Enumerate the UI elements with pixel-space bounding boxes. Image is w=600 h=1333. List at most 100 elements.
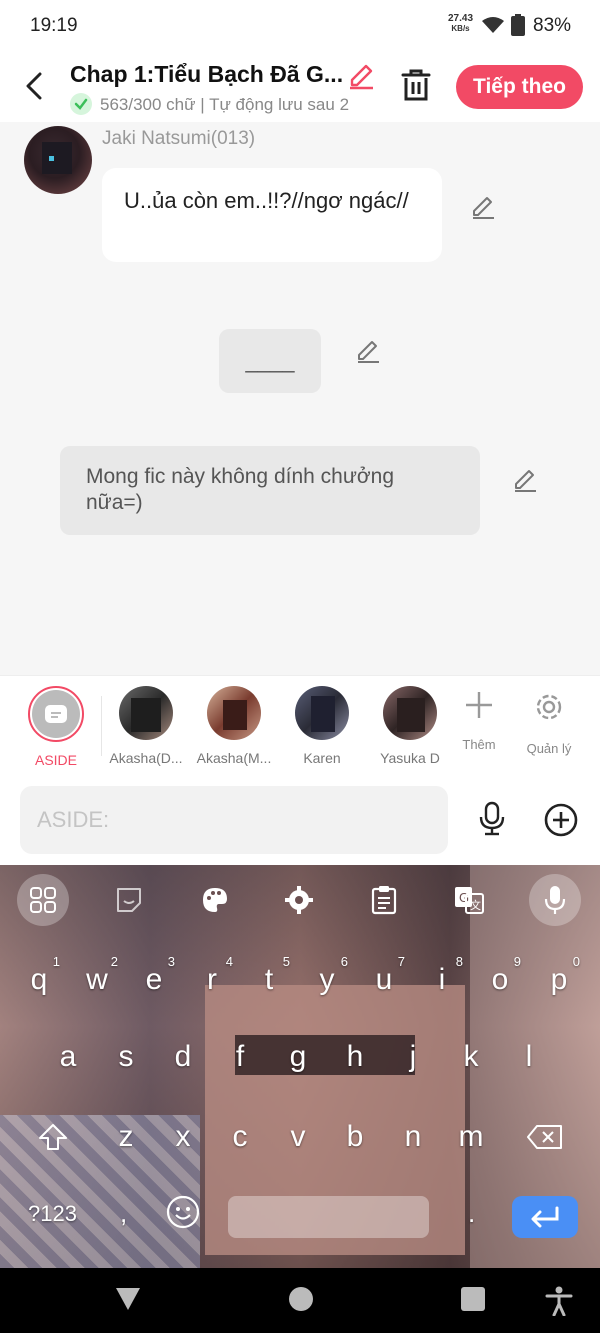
status-time: 19:19 (30, 15, 78, 36)
avatar-figure (397, 698, 425, 732)
message-input[interactable] (20, 786, 448, 854)
key-o[interactable]: 9o (471, 945, 529, 1015)
key-label: q (30, 963, 48, 996)
microphone-icon[interactable] (477, 801, 507, 842)
character-avatar (295, 686, 349, 740)
key-e[interactable]: 3e (125, 945, 183, 1015)
clipboard-icon[interactable] (358, 874, 410, 926)
character-item[interactable]: Akasha(M... (194, 686, 274, 766)
key-x[interactable]: x (154, 1102, 212, 1172)
key-u[interactable]: 7u (355, 945, 413, 1015)
manage-characters-button[interactable]: Quản lý (514, 690, 584, 756)
key-p[interactable]: 0p (530, 945, 588, 1015)
backspace-key[interactable] (516, 1102, 574, 1172)
aside-avatar-inner (32, 690, 80, 738)
edit-message-pencil-icon[interactable] (512, 467, 538, 498)
chapter-title[interactable]: Chap 1:Tiểu Bạch Đã G... (70, 61, 348, 88)
character-label: Akasha(D... (109, 750, 183, 766)
key-l[interactable]: l (500, 1022, 558, 1092)
character-bar: ASIDE Akasha(D... Akasha(M... Karen Yasu… (0, 675, 600, 777)
keyboard-toolbar: G文 (0, 865, 600, 935)
recents-square-icon[interactable] (460, 1286, 486, 1317)
apps-grid-icon[interactable] (17, 874, 69, 926)
chevron-left-icon (26, 72, 42, 100)
speaker-avatar[interactable] (24, 126, 92, 194)
key-i[interactable]: 8i (413, 945, 471, 1015)
key-z[interactable]: z (97, 1102, 155, 1172)
shift-key[interactable] (24, 1102, 82, 1172)
key-t[interactable]: 5t (240, 945, 298, 1015)
key-d[interactable]: d (154, 1022, 212, 1092)
avatar-figure (131, 698, 161, 732)
key-label: w (86, 963, 108, 996)
key-a[interactable]: a (39, 1022, 97, 1092)
key-r[interactable]: 4r (183, 945, 241, 1015)
palette-icon[interactable] (189, 874, 241, 926)
trash-icon[interactable] (400, 68, 432, 107)
svg-text:G: G (459, 890, 469, 905)
translate-icon[interactable]: G文 (443, 874, 495, 926)
key-hint: 8 (455, 954, 463, 969)
key-n[interactable]: n (384, 1102, 442, 1172)
key-c[interactable]: c (211, 1102, 269, 1172)
edit-message-pencil-icon[interactable] (355, 338, 381, 369)
key-b[interactable]: b (326, 1102, 384, 1172)
key-f[interactable]: f (211, 1022, 269, 1092)
key-label: p (550, 963, 568, 996)
key-hint: 6 (340, 954, 348, 969)
edit-message-pencil-icon[interactable] (470, 194, 496, 225)
space-bar[interactable] (228, 1196, 429, 1238)
key-hint: 4 (225, 954, 233, 969)
key-hint: 1 (52, 954, 60, 969)
key-g[interactable]: g (269, 1022, 327, 1092)
key-j[interactable]: j (384, 1022, 442, 1092)
comma-key[interactable]: , (120, 1198, 127, 1229)
sticker-icon[interactable] (103, 874, 155, 926)
network-speed-value: 27.43 (448, 13, 474, 24)
accessibility-icon[interactable] (545, 1286, 573, 1321)
emoji-icon (166, 1195, 200, 1229)
aside-bubble[interactable]: ____ (219, 329, 321, 393)
chat-area[interactable]: Jaki Natsumi(013) U..ủa còn em..!!?//ngơ… (0, 122, 600, 675)
add-character-button[interactable]: Thêm (444, 690, 514, 752)
svg-text:文: 文 (470, 898, 481, 912)
manage-label: Quản lý (526, 741, 572, 756)
home-circle-icon[interactable] (288, 1286, 314, 1317)
system-nav-bar (0, 1268, 600, 1333)
key-w[interactable]: 2w (68, 945, 126, 1015)
key-h[interactable]: h (326, 1022, 384, 1092)
character-avatar (383, 686, 437, 740)
key-label: r (207, 963, 217, 996)
character-aside[interactable]: ASIDE (16, 686, 96, 768)
settings-gear-icon[interactable] (273, 874, 325, 926)
back-button[interactable] (18, 66, 50, 106)
aside-bubble[interactable]: Mong fic này không dính chưởng nữa=) (60, 446, 480, 535)
period-key[interactable]: . (468, 1198, 475, 1229)
key-q[interactable]: 1q (10, 945, 68, 1015)
key-m[interactable]: m (442, 1102, 500, 1172)
emoji-key[interactable] (166, 1195, 200, 1234)
enter-key[interactable] (512, 1196, 578, 1238)
avatar-face (42, 142, 72, 174)
key-k[interactable]: k (442, 1022, 500, 1092)
key-s[interactable]: s (97, 1022, 155, 1092)
key-hint: 3 (167, 954, 175, 969)
word-count: 563/300 chữ (100, 95, 196, 114)
voice-input-icon[interactable] (529, 874, 581, 926)
back-triangle-icon[interactable] (114, 1286, 142, 1317)
key-hint: 5 (282, 954, 290, 969)
next-button[interactable]: Tiếp theo (456, 65, 583, 109)
avatar-figure (311, 696, 335, 732)
character-item[interactable]: Karen (282, 686, 362, 766)
edit-title-pencil-icon[interactable] (347, 62, 375, 95)
symbols-key[interactable]: ?123 (28, 1201, 77, 1227)
message-bubble[interactable]: U..ủa còn em..!!?//ngơ ngác// (102, 168, 442, 262)
key-y[interactable]: 6y (298, 945, 356, 1015)
character-label: Karen (303, 750, 341, 766)
status-bar: 19:19 27.43 KB/s 83% (0, 0, 600, 52)
key-v[interactable]: v (269, 1102, 327, 1172)
add-circle-icon[interactable] (543, 802, 579, 843)
character-item[interactable]: Yasuka D (370, 686, 450, 766)
character-item[interactable]: Akasha(D... (106, 686, 186, 766)
character-avatar (207, 686, 261, 740)
